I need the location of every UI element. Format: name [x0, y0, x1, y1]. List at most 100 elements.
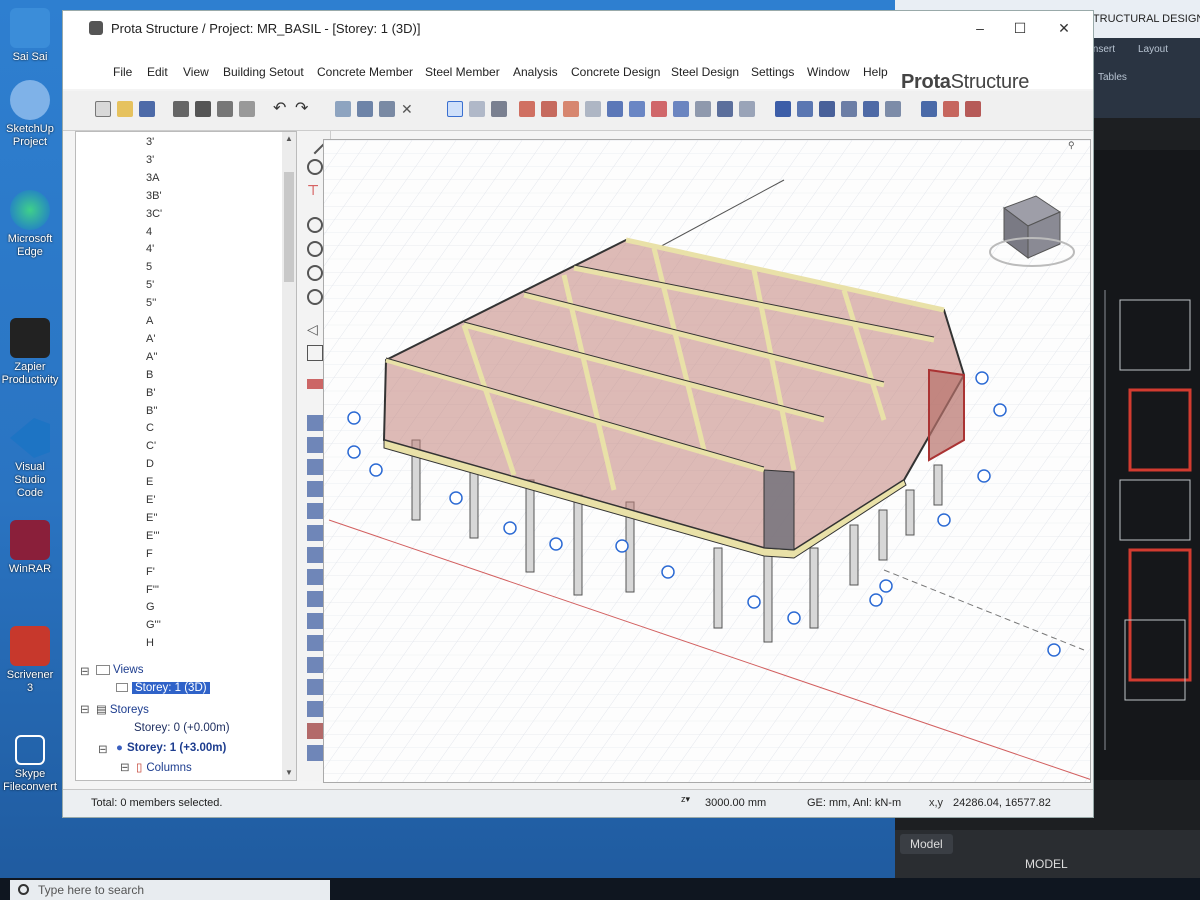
menu-window[interactable]: Window	[807, 65, 850, 79]
menu-settings[interactable]: Settings	[751, 65, 794, 79]
axis-item[interactable]: 3C'	[146, 208, 162, 220]
menu-building-setout[interactable]: Building Setout	[223, 65, 304, 79]
steel-frame-icon[interactable]	[651, 101, 667, 117]
cad-drawing-area[interactable]	[1090, 150, 1200, 780]
views-node[interactable]: Views	[96, 664, 143, 676]
axis-item[interactable]: 5''	[146, 297, 156, 309]
layers-icon[interactable]	[885, 101, 901, 117]
filter-openings-icon[interactable]	[307, 679, 323, 695]
axis-item[interactable]: F	[146, 548, 153, 560]
filter-footings-icon[interactable]	[307, 503, 323, 519]
desktop-icon[interactable]: Microsoft Edge	[0, 190, 60, 259]
new-file-icon[interactable]	[95, 101, 111, 117]
filter-grid-icon[interactable]	[307, 657, 323, 673]
axis-item[interactable]: A	[146, 315, 153, 327]
axis-item[interactable]: A'	[146, 333, 155, 345]
filter-beams-icon[interactable]	[307, 437, 323, 453]
desktop-icon[interactable]: Skype Fileconvert	[0, 735, 60, 794]
tree-scroll-thumb[interactable]	[284, 172, 294, 282]
redo-icon[interactable]: ↷	[295, 101, 311, 117]
menu-help[interactable]: Help	[863, 65, 888, 79]
ramp-icon[interactable]	[739, 101, 755, 117]
select-window-icon[interactable]	[335, 101, 351, 117]
connection-icon[interactable]	[717, 101, 733, 117]
column-icon[interactable]	[519, 101, 535, 117]
cad-model-tab[interactable]: Model	[900, 834, 953, 854]
undo-icon[interactable]: ↶	[273, 101, 289, 117]
viewport-pin-icon[interactable]: ⚲	[1068, 140, 1075, 151]
axis-item[interactable]: F'''	[146, 584, 159, 596]
delete-icon[interactable]: ✕	[401, 101, 417, 117]
axis-item[interactable]: B''	[146, 405, 158, 417]
menu-view[interactable]: View	[183, 65, 209, 79]
copy-view-icon[interactable]	[307, 345, 323, 361]
columns-expander[interactable]: ⊟	[120, 760, 130, 774]
grid-axis-icon[interactable]	[491, 101, 507, 117]
filter-misc-icon[interactable]	[307, 745, 323, 761]
menu-concrete-member[interactable]: Concrete Member	[317, 65, 413, 79]
footing-icon[interactable]	[607, 101, 623, 117]
render-icon[interactable]	[863, 101, 879, 117]
globe-icon[interactable]	[307, 159, 323, 175]
zoom-in-icon[interactable]	[307, 265, 323, 281]
filter-supports-icon[interactable]	[307, 701, 323, 717]
axis-item[interactable]: A''	[146, 351, 158, 363]
axis-item[interactable]: C	[146, 422, 154, 434]
axis-item[interactable]: 5'	[146, 279, 154, 291]
axis-item[interactable]: 3A	[146, 172, 159, 184]
filter-dims-icon[interactable]	[307, 635, 323, 651]
axis-item[interactable]: 3B'	[146, 190, 162, 202]
perspective-icon[interactable]: ◁	[307, 321, 323, 337]
taskbar-search[interactable]: Type here to search	[10, 880, 330, 900]
mesh-icon[interactable]	[819, 101, 835, 117]
close-button[interactable]: ✕	[1047, 17, 1081, 39]
axis-item[interactable]: 3'	[146, 154, 154, 166]
3d-viewport[interactable]: ⚲	[323, 139, 1091, 783]
axis-item[interactable]: E	[146, 476, 153, 488]
axis-item[interactable]: 4'	[146, 243, 154, 255]
view-storey1-3d[interactable]: Storey: 1 (3D)	[116, 682, 210, 694]
desktop-icon[interactable]: Zapier Productivity	[0, 318, 60, 387]
report-icon[interactable]	[239, 101, 255, 117]
menu-steel-member[interactable]: Steel Member	[425, 65, 500, 79]
menu-concrete-design[interactable]: Concrete Design	[571, 65, 660, 79]
menu-edit[interactable]: Edit	[147, 65, 168, 79]
print-icon[interactable]	[173, 101, 189, 117]
filter-labels-icon[interactable]	[307, 613, 323, 629]
maximize-button[interactable]: ☐	[1003, 17, 1037, 39]
truss-icon[interactable]	[673, 101, 689, 117]
wall-icon[interactable]	[541, 101, 557, 117]
desktop-icon[interactable]: Sai Sai	[0, 8, 60, 64]
zoom-extents-icon[interactable]	[307, 241, 323, 257]
menu-file[interactable]: File	[113, 65, 132, 79]
stair-icon[interactable]	[629, 101, 645, 117]
minimize-button[interactable]: –	[963, 17, 997, 39]
copy-icon[interactable]	[195, 101, 211, 117]
cad-ribbon-tab[interactable]: Layout	[1138, 44, 1168, 55]
select-cross-icon[interactable]	[357, 101, 373, 117]
dimension-icon[interactable]	[775, 101, 791, 117]
plan-view-icon[interactable]	[921, 101, 937, 117]
select-filter-icon[interactable]	[379, 101, 395, 117]
slab-icon[interactable]	[585, 101, 601, 117]
columns-node[interactable]: ▯ Columns	[136, 760, 192, 774]
ruler-icon[interactable]	[307, 379, 323, 389]
filter-slabs-icon[interactable]	[307, 459, 323, 475]
filter-axes-icon[interactable]	[307, 591, 323, 607]
pointer-icon[interactable]	[447, 101, 463, 117]
desktop-icon[interactable]: Visual Studio Code	[0, 418, 60, 500]
menu-steel-design[interactable]: Steel Design	[671, 65, 739, 79]
menu-analysis[interactable]: Analysis	[513, 65, 558, 79]
scroll-down-icon[interactable]: ▼	[285, 768, 293, 777]
axis-item[interactable]: E''	[146, 512, 158, 524]
tree-scrollbar[interactable]: ▲ ▼	[282, 132, 296, 780]
axis-item[interactable]: B'	[146, 387, 155, 399]
elevation-icon[interactable]	[943, 101, 959, 117]
filter-loads-icon[interactable]	[307, 569, 323, 585]
axis-item[interactable]: C'	[146, 440, 156, 452]
storey-1-expander[interactable]: ⊟	[98, 742, 108, 756]
axis-item[interactable]: 4	[146, 226, 152, 238]
polyline-icon[interactable]	[469, 101, 485, 117]
filter-stairs-icon[interactable]	[307, 525, 323, 541]
views-expander[interactable]: ⊟	[80, 664, 90, 678]
